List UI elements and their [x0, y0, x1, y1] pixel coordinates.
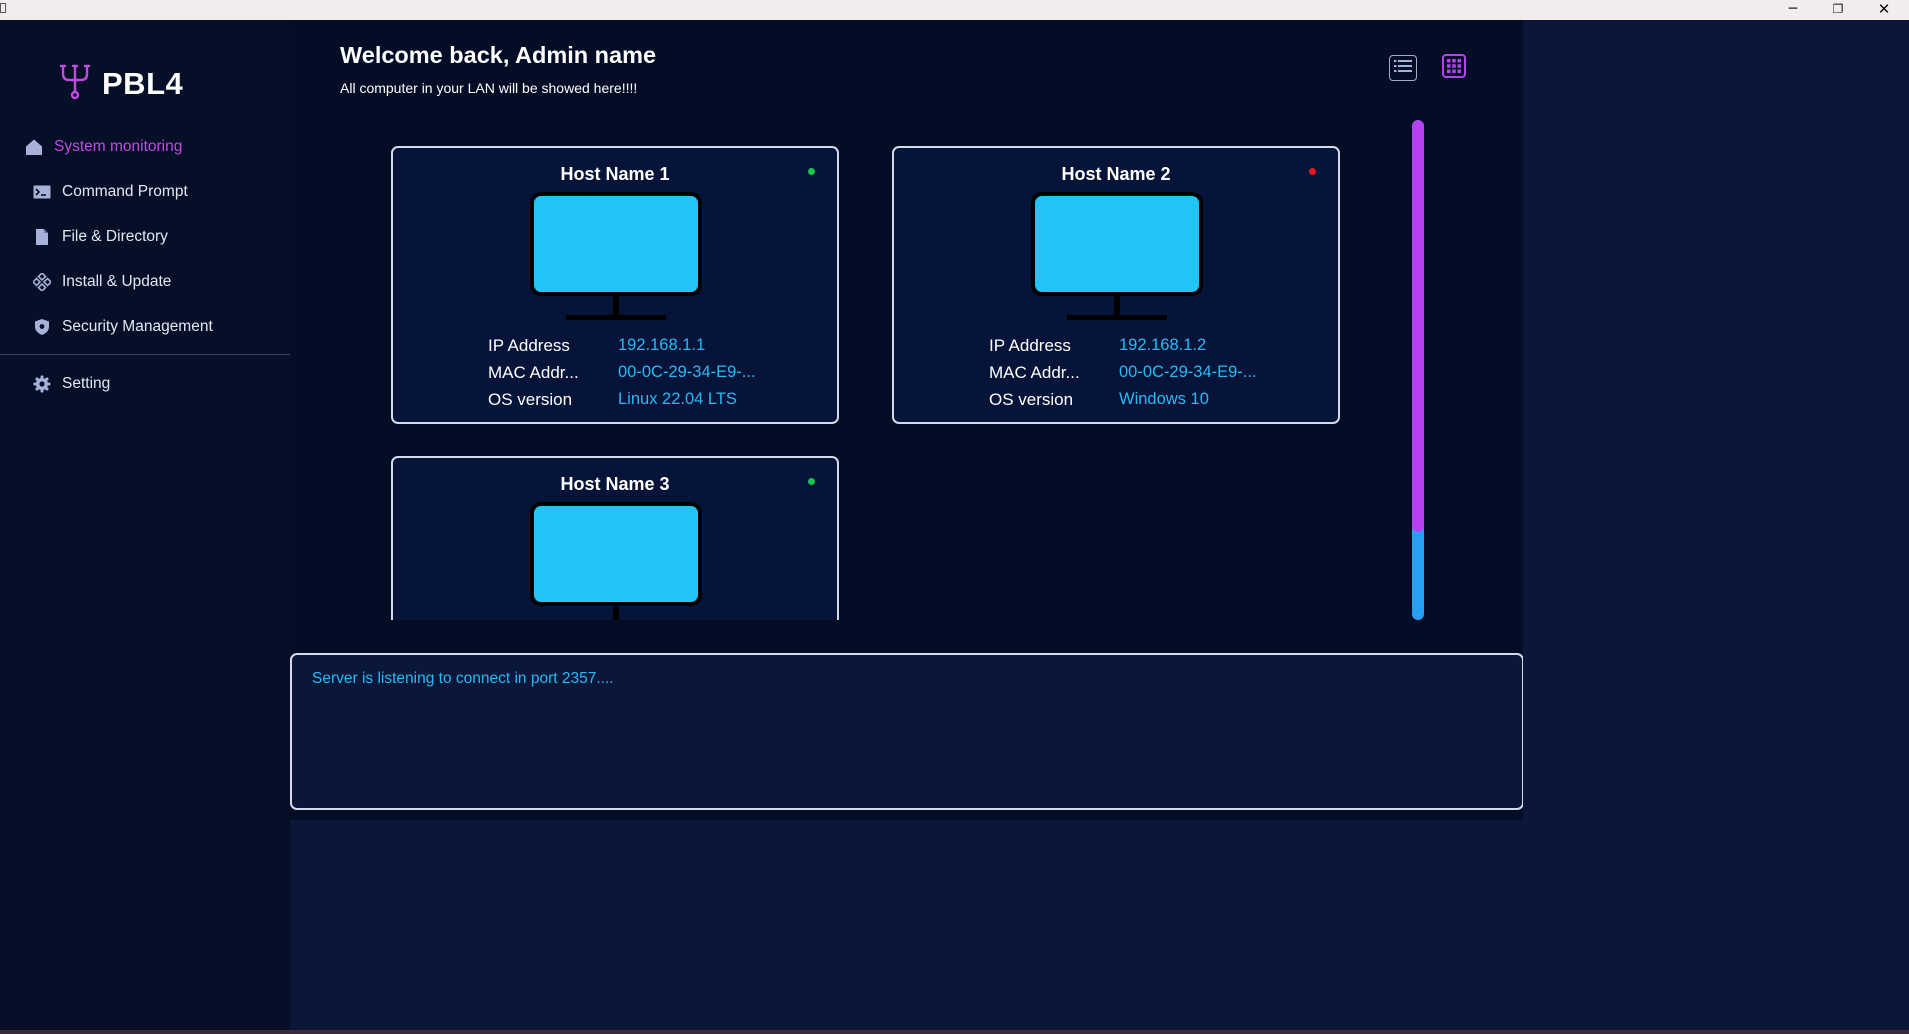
- window-title-bar: ─ ❐ ✕: [0, 0, 1909, 21]
- host-name: Host Name 2: [1061, 164, 1171, 184]
- network-hub-icon: [58, 62, 92, 105]
- sidebar-divider: [0, 354, 290, 355]
- ip-value: 192.168.1.1: [618, 336, 706, 354]
- monitor-icon: [530, 502, 702, 620]
- host-card[interactable]: Host Name 2 IP Address 192.168.1.2 MAC A…: [892, 146, 1340, 424]
- sidebar-item-label: Security Management: [62, 318, 213, 335]
- host-name: Host Name 1: [560, 164, 670, 184]
- mac-value: 00-0C-29-34-E9-...: [618, 363, 756, 381]
- ip-value: 192.168.1.2: [1119, 336, 1207, 354]
- sidebar: PBL4 System monitoring Command Prompt Fi…: [0, 20, 290, 1030]
- host-card[interactable]: Host Name 3: [391, 456, 839, 620]
- sidebar-item-label: File & Directory: [62, 228, 168, 245]
- os-label: OS version: [989, 390, 1074, 409]
- status-online-indicator: [808, 168, 815, 175]
- status-online-indicator: [808, 478, 815, 485]
- host-card-grid: Host Name 1 IP Address 192.168.1.1 MAC A…: [290, 120, 1420, 620]
- app-system-icon[interactable]: [0, 3, 6, 13]
- close-button[interactable]: ✕: [1861, 0, 1907, 20]
- ip-label: IP Address: [488, 336, 570, 355]
- list-view-icon: [1394, 59, 1412, 77]
- sidebar-item-file-directory[interactable]: File & Directory: [32, 227, 168, 247]
- file-icon: [32, 227, 52, 247]
- page-subtitle: All computer in your LAN will be showed …: [340, 80, 638, 96]
- list-view-button[interactable]: [1389, 55, 1417, 81]
- sidebar-item-label: Install & Update: [62, 273, 172, 290]
- maximize-button[interactable]: ❐: [1815, 0, 1861, 20]
- sidebar-item-command-prompt[interactable]: Command Prompt: [32, 182, 188, 202]
- mac-label: MAC Addr...: [488, 363, 579, 382]
- mac-value: 00-0C-29-34-E9-...: [1119, 363, 1257, 381]
- sidebar-item-install-update[interactable]: Install & Update: [32, 272, 171, 292]
- sidebar-item-label: Setting: [62, 375, 111, 392]
- server-log-console: Server is listening to connect in port 2…: [290, 653, 1524, 810]
- taskbar-edge: [0, 1030, 1909, 1034]
- grid-view-button[interactable]: [1440, 53, 1468, 83]
- shield-icon: [32, 317, 52, 337]
- os-value: Linux 22.04 LTS: [618, 390, 737, 408]
- host-name: Host Name 3: [560, 474, 670, 494]
- mac-label: MAC Addr...: [989, 363, 1080, 382]
- monitor-icon: [1031, 192, 1203, 327]
- gear-icon: [32, 374, 52, 394]
- os-value: Windows 10: [1119, 390, 1209, 408]
- monitor-icon: [530, 192, 702, 327]
- grid-view-icon: [1442, 53, 1466, 83]
- sidebar-item-setting[interactable]: Setting: [32, 374, 110, 394]
- console-message: Server is listening to connect in port 2…: [312, 670, 614, 687]
- sidebar-item-label: System monitoring: [54, 138, 183, 155]
- sidebar-item-label: Command Prompt: [62, 183, 188, 200]
- sidebar-item-security-management[interactable]: Security Management: [32, 317, 213, 337]
- page-title: Welcome back, Admin name: [340, 42, 657, 68]
- app-name: PBL4: [102, 65, 184, 101]
- status-offline-indicator: [1309, 168, 1316, 175]
- sidebar-item-system-monitoring[interactable]: System monitoring: [24, 137, 182, 157]
- app-logo: PBL4: [58, 62, 183, 105]
- install-icon: [32, 272, 52, 292]
- minimize-button[interactable]: ─: [1770, 0, 1816, 20]
- scrollbar-thumb[interactable]: [1412, 120, 1424, 532]
- host-card[interactable]: Host Name 1 IP Address 192.168.1.1 MAC A…: [391, 146, 839, 424]
- window-background: [1523, 20, 1909, 1030]
- cards-scrollbar[interactable]: [1412, 120, 1424, 620]
- terminal-icon: [32, 182, 52, 202]
- ip-label: IP Address: [989, 336, 1071, 355]
- os-label: OS version: [488, 390, 573, 409]
- home-icon: [24, 137, 44, 157]
